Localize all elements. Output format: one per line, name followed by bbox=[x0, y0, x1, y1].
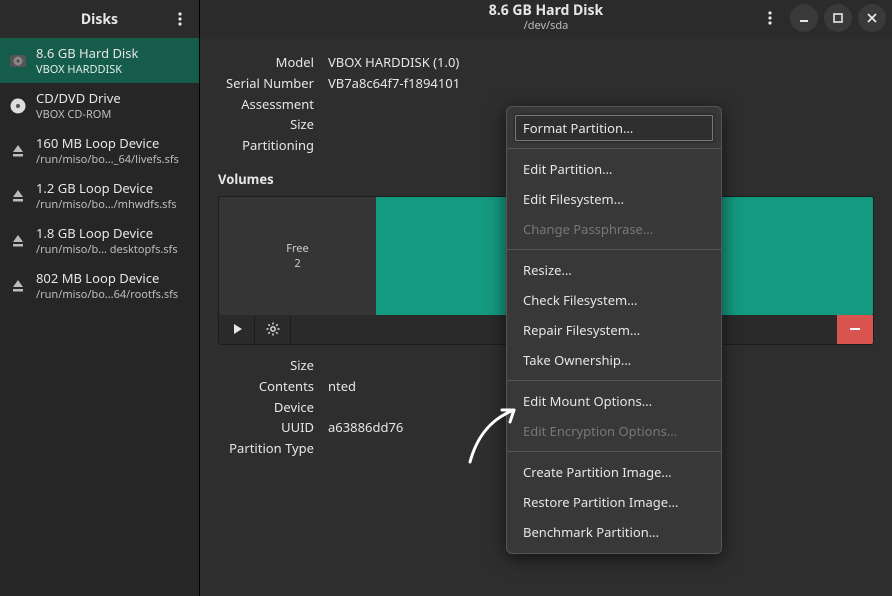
menu-item: Change Passphrase… bbox=[507, 214, 721, 244]
minimize-button[interactable] bbox=[790, 4, 818, 32]
menu-item[interactable]: Resize… bbox=[507, 255, 721, 285]
mount-button[interactable] bbox=[219, 315, 255, 344]
prop-key: Partition Type bbox=[218, 438, 314, 459]
kebab-icon bbox=[178, 12, 182, 26]
hdd-icon bbox=[8, 51, 28, 71]
main-pane: 8.6 GB Hard Disk /dev/sda ModelVB bbox=[200, 0, 892, 596]
device-title: 1.8 GB Loop Device bbox=[36, 224, 178, 242]
menu-item[interactable]: Check Filesystem… bbox=[507, 285, 721, 315]
menu-item[interactable]: Edit Filesystem… bbox=[507, 184, 721, 214]
menu-separator bbox=[507, 380, 721, 381]
sidebar-menu-button[interactable] bbox=[167, 6, 193, 32]
minimize-icon bbox=[798, 12, 810, 24]
prop-value: VBOX HARDDISK (1.0) bbox=[328, 52, 874, 73]
device-list-item[interactable]: 1.2 GB Loop Device/run/miso/bo…/mhwdfs.s… bbox=[0, 173, 199, 218]
device-list-item[interactable]: 802 MB Loop Device/run/miso/bo…64/rootfs… bbox=[0, 263, 199, 308]
device-title: 8.6 GB Hard Disk bbox=[36, 44, 138, 62]
app-title: Disks bbox=[81, 10, 118, 29]
volume-free-space[interactable]: Free2 bbox=[219, 197, 376, 315]
maximize-button[interactable] bbox=[824, 4, 852, 32]
minus-icon bbox=[848, 322, 862, 336]
menu-item[interactable]: Benchmark Partition… bbox=[507, 517, 721, 547]
prop-key: Size bbox=[218, 114, 314, 135]
menu-item[interactable]: Format Partition… bbox=[513, 113, 715, 143]
device-subtitle: /run/miso/bo…_64/livefs.sfs bbox=[36, 152, 179, 167]
eject-icon bbox=[8, 276, 28, 296]
close-button[interactable] bbox=[858, 4, 886, 32]
device-subtitle: /run/miso/b… desktopfs.sfs bbox=[36, 242, 178, 257]
device-title: 1.2 GB Loop Device bbox=[36, 179, 177, 197]
eject-icon bbox=[8, 141, 28, 161]
volume-seg-line: Free bbox=[286, 241, 308, 256]
device-list-item[interactable]: 1.8 GB Loop Device/run/miso/b… desktopfs… bbox=[0, 218, 199, 263]
device-title: CD/DVD Drive bbox=[36, 89, 121, 107]
prop-key: Device bbox=[218, 397, 314, 418]
prop-key: Partitioning bbox=[218, 135, 314, 156]
device-list-item[interactable]: 160 MB Loop Device/run/miso/bo…_64/livef… bbox=[0, 128, 199, 173]
sidebar-header: Disks bbox=[0, 0, 199, 38]
menu-item[interactable]: Edit Partition… bbox=[507, 154, 721, 184]
device-title: 802 MB Loop Device bbox=[36, 269, 178, 287]
device-sidebar: Disks 8.6 GB Hard DiskVBOX HARDDISKCD/DV… bbox=[0, 0, 200, 596]
device-list-item[interactable]: 8.6 GB Hard DiskVBOX HARDDISK bbox=[0, 38, 199, 83]
eject-icon bbox=[8, 186, 28, 206]
volume-seg-line: 2 bbox=[294, 256, 300, 271]
menu-separator bbox=[507, 451, 721, 452]
main-header: 8.6 GB Hard Disk /dev/sda bbox=[200, 0, 892, 38]
disk-menu-button[interactable] bbox=[756, 4, 784, 32]
prop-key: UUID bbox=[218, 417, 314, 438]
menu-item[interactable]: Repair Filesystem… bbox=[507, 315, 721, 345]
volume-settings-button[interactable] bbox=[255, 315, 291, 344]
cd-icon bbox=[8, 96, 28, 116]
device-subtitle: /run/miso/bo…64/rootfs.sfs bbox=[36, 287, 178, 302]
prop-key: Contents bbox=[218, 376, 314, 397]
device-subtitle: VBOX HARDDISK bbox=[36, 62, 138, 77]
menu-item[interactable]: Take Ownership… bbox=[507, 345, 721, 375]
device-list: 8.6 GB Hard DiskVBOX HARDDISKCD/DVD Driv… bbox=[0, 38, 199, 596]
close-icon bbox=[866, 12, 878, 24]
prop-key: Assessment bbox=[218, 94, 314, 115]
eject-icon bbox=[8, 231, 28, 251]
device-subtitle: VBOX CD-ROM bbox=[36, 107, 121, 122]
menu-separator bbox=[507, 148, 721, 149]
menu-item: Edit Encryption Options… bbox=[507, 416, 721, 446]
device-subtitle: /run/miso/bo…/mhwdfs.sfs bbox=[36, 197, 177, 212]
prop-value: VB7a8c64f7-f1894101 bbox=[328, 73, 874, 94]
maximize-icon bbox=[832, 12, 844, 24]
gear-icon bbox=[266, 322, 280, 336]
device-list-item[interactable]: CD/DVD DriveVBOX CD-ROM bbox=[0, 83, 199, 128]
volume-context-menu[interactable]: Format Partition… Edit Partition…Edit Fil… bbox=[506, 106, 722, 554]
menu-separator bbox=[507, 249, 721, 250]
delete-partition-button[interactable] bbox=[837, 315, 873, 344]
play-icon bbox=[231, 323, 243, 335]
prop-key: Size bbox=[218, 355, 314, 376]
kebab-icon bbox=[768, 11, 772, 25]
menu-item[interactable]: Restore Partition Image… bbox=[507, 487, 721, 517]
prop-key: Serial Number bbox=[218, 73, 314, 94]
menu-item[interactable]: Create Partition Image… bbox=[507, 457, 721, 487]
prop-key: Model bbox=[218, 52, 314, 73]
menu-item[interactable]: Edit Mount Options… bbox=[507, 386, 721, 416]
device-title: 160 MB Loop Device bbox=[36, 134, 179, 152]
